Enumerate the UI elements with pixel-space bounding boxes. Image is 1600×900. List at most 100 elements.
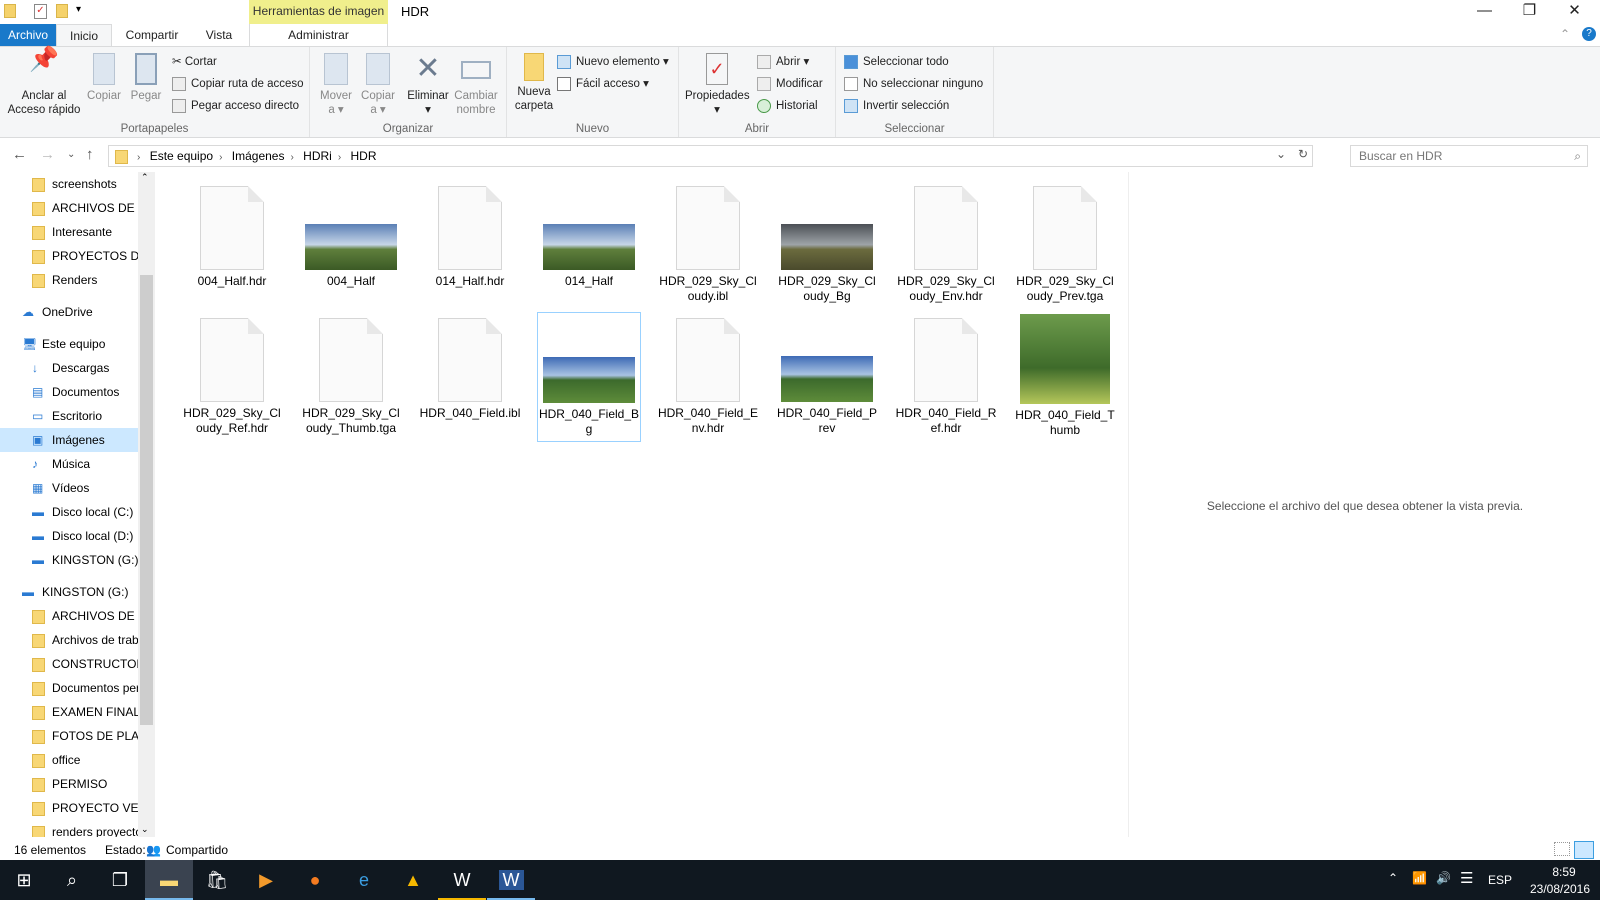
file-item[interactable]: HDR_029_Sky_Cloudy_Prev.tga bbox=[1013, 180, 1117, 310]
search-taskbar-icon[interactable]: ⌕ bbox=[48, 860, 96, 900]
large-icons-view-button[interactable] bbox=[1574, 841, 1594, 859]
app-w-icon[interactable]: W bbox=[438, 860, 486, 900]
store-icon[interactable]: 🛍 bbox=[193, 860, 241, 900]
file-explorer-taskbar-icon[interactable]: ▬ bbox=[145, 860, 193, 900]
nav-item[interactable]: PROYECTOS DE T bbox=[0, 244, 138, 268]
select-all-button[interactable]: Seleccionar todo bbox=[844, 52, 949, 72]
close-button[interactable]: ✕ bbox=[1552, 0, 1597, 24]
paste-shortcut-button[interactable]: Pegar acceso directo bbox=[172, 96, 299, 116]
volume-icon[interactable]: 🔊 bbox=[1436, 871, 1451, 885]
nav-item[interactable]: screenshots bbox=[0, 172, 138, 196]
nav-item[interactable]: ▤ Documentos bbox=[0, 380, 138, 404]
nav-item[interactable]: ▦ Vídeos bbox=[0, 476, 138, 500]
file-item[interactable]: HDR_029_Sky_Cloudy_Bg bbox=[775, 180, 879, 310]
nav-item[interactable]: PROYECTO VENT bbox=[0, 796, 138, 820]
address-dropdown-icon[interactable]: ⌄ bbox=[1276, 147, 1286, 161]
nav-scrollbar-thumb[interactable] bbox=[140, 275, 153, 725]
file-item[interactable]: HDR_029_Sky_Cloudy.ibl bbox=[656, 180, 760, 310]
nav-item[interactable]: renders proyecto bbox=[0, 820, 138, 837]
nav-item[interactable]: ▭ Escritorio bbox=[0, 404, 138, 428]
paste-button[interactable]: Pegar bbox=[126, 53, 166, 103]
task-view-icon[interactable]: ❐ bbox=[96, 860, 144, 900]
file-item[interactable]: HDR_040_Field.ibl bbox=[418, 312, 522, 442]
pin-quick-access-button[interactable]: 📌 Anclar al Acceso rápido bbox=[6, 48, 82, 117]
properties-button[interactable]: ✓ Propiedades ▾ bbox=[685, 53, 750, 117]
firefox-icon[interactable]: ● bbox=[291, 860, 339, 900]
file-item[interactable]: HDR_040_Field_Env.hdr bbox=[656, 312, 760, 442]
history-button[interactable]: Historial bbox=[757, 96, 818, 116]
breadcrumb-hdr[interactable]: HDR bbox=[351, 146, 377, 166]
file-item[interactable]: 004_Half.hdr bbox=[180, 180, 284, 310]
breadcrumb-este-equipo[interactable]: Este equipo bbox=[150, 146, 213, 166]
file-item[interactable]: HDR_040_Field_Bg bbox=[537, 312, 641, 442]
media-player-icon[interactable]: ▶ bbox=[242, 860, 290, 900]
nav-item[interactable]: ↓ Descargas bbox=[0, 356, 138, 380]
copy-to-button[interactable]: Copiar a ▾ bbox=[358, 53, 398, 117]
select-none-button[interactable]: No seleccionar ninguno bbox=[844, 74, 983, 94]
new-folder-button[interactable]: Nueva carpeta bbox=[511, 53, 557, 113]
breadcrumb-imagenes[interactable]: Imágenes bbox=[232, 146, 285, 166]
nav-item[interactable]: CONSTRUCTORA bbox=[0, 652, 138, 676]
nav-item[interactable]: ♪ Música bbox=[0, 452, 138, 476]
nav-item[interactable]: Documentos per bbox=[0, 676, 138, 700]
collapse-ribbon-icon[interactable]: ⌃ bbox=[1560, 27, 1570, 41]
tab-vista[interactable]: Vista bbox=[194, 24, 244, 46]
nav-item[interactable]: Interesante bbox=[0, 220, 138, 244]
scroll-up-icon[interactable]: ⌃ bbox=[141, 172, 149, 183]
properties-qa-icon[interactable]: ✓ bbox=[34, 4, 47, 19]
nav-item[interactable]: PERMISO bbox=[0, 772, 138, 796]
up-button[interactable]: ↑ bbox=[86, 146, 94, 163]
nav-item[interactable]: ☁ OneDrive bbox=[0, 300, 138, 324]
recent-locations-button[interactable]: ⌄ bbox=[67, 149, 75, 160]
refresh-icon[interactable]: ↻ bbox=[1298, 147, 1308, 161]
copy-path-button[interactable]: Copiar ruta de acceso bbox=[172, 74, 304, 94]
nav-item[interactable]: ▬ Disco local (C:) bbox=[0, 500, 138, 524]
maximize-button[interactable]: ❐ bbox=[1507, 0, 1552, 24]
file-item[interactable]: HDR_040_Field_Thumb bbox=[1013, 312, 1117, 442]
delete-button[interactable]: ✕ Eliminar ▾ bbox=[406, 53, 450, 117]
nav-item[interactable]: FOTOS DE PLAN bbox=[0, 724, 138, 748]
scroll-down-icon[interactable]: ⌄ bbox=[141, 824, 149, 835]
invert-selection-button[interactable]: Invertir selección bbox=[844, 96, 949, 116]
clock-date[interactable]: 23/08/2016 bbox=[1524, 882, 1596, 896]
copy-button[interactable]: Copiar bbox=[84, 53, 124, 103]
customize-qa-icon[interactable]: ▾ bbox=[76, 4, 81, 15]
file-item[interactable]: HDR_040_Field_Ref.hdr bbox=[894, 312, 998, 442]
file-item[interactable]: HDR_029_Sky_Cloudy_Ref.hdr bbox=[180, 312, 284, 442]
word-icon[interactable]: W bbox=[487, 860, 535, 900]
edit-button[interactable]: Modificar bbox=[757, 74, 823, 94]
nav-item[interactable]: office bbox=[0, 748, 138, 772]
show-hidden-icons-icon[interactable]: ⌃ bbox=[1388, 871, 1398, 885]
file-item[interactable]: 014_Half bbox=[537, 180, 641, 310]
file-item[interactable]: 014_Half.hdr bbox=[418, 180, 522, 310]
internet-explorer-icon[interactable]: e bbox=[340, 860, 388, 900]
clock-time[interactable]: 8:59 bbox=[1534, 865, 1594, 879]
nav-item[interactable]: 🖥 Este equipo bbox=[0, 332, 138, 356]
tab-archivo[interactable]: Archivo bbox=[0, 24, 56, 46]
nav-item[interactable]: Renders bbox=[0, 268, 138, 292]
nav-item[interactable]: ▬ Disco local (D:) bbox=[0, 524, 138, 548]
network-icon[interactable]: 📶 bbox=[1412, 871, 1427, 885]
tab-inicio[interactable]: Inicio bbox=[56, 24, 112, 47]
minimize-button[interactable]: — bbox=[1462, 0, 1507, 24]
nav-item[interactable]: ARCHIVOS DE PI bbox=[0, 604, 138, 628]
help-icon[interactable]: ? bbox=[1582, 27, 1596, 41]
autocad-icon[interactable]: ▲ bbox=[389, 860, 437, 900]
rename-button[interactable]: Cambiar nombre bbox=[452, 53, 500, 117]
move-to-button[interactable]: Mover a ▾ bbox=[316, 53, 356, 117]
nav-item[interactable]: ▣ Imágenes bbox=[0, 428, 138, 452]
file-item[interactable]: HDR_029_Sky_Cloudy_Thumb.tga bbox=[299, 312, 403, 442]
back-button[interactable]: ← bbox=[12, 146, 27, 163]
file-item[interactable]: HDR_029_Sky_Cloudy_Env.hdr bbox=[894, 180, 998, 310]
start-windows-icon[interactable]: ⊞ bbox=[0, 860, 48, 900]
search-input[interactable]: Buscar en HDR ⌕ bbox=[1350, 145, 1588, 167]
file-item[interactable]: 004_Half bbox=[299, 180, 403, 310]
address-box[interactable]: › Este equipo › Imágenes › HDRi › HDR ⌄ ↻ bbox=[108, 145, 1313, 167]
language-indicator[interactable]: ESP bbox=[1488, 873, 1512, 887]
tab-administrar[interactable]: Administrar bbox=[249, 24, 388, 46]
breadcrumb-hdri[interactable]: HDRi bbox=[303, 146, 332, 166]
cut-button[interactable]: ✂ Cortar bbox=[172, 52, 217, 72]
file-item[interactable]: HDR_040_Field_Prev bbox=[775, 312, 879, 442]
tab-compartir[interactable]: Compartir bbox=[114, 24, 190, 46]
new-item-button[interactable]: Nuevo elemento ▾ bbox=[557, 52, 669, 72]
